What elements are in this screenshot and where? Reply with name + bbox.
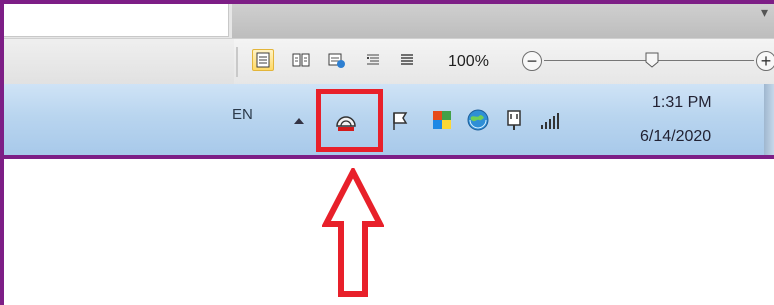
network-globe-icon[interactable] — [466, 108, 490, 132]
signal-bars-icon[interactable] — [538, 108, 562, 132]
minus-icon: − — [526, 51, 538, 71]
red-up-arrow-icon — [322, 168, 384, 297]
web-layout-icon[interactable] — [326, 49, 348, 71]
scroll-down-icon[interactable]: ▾ — [761, 4, 768, 21]
colorful-app-icon[interactable] — [430, 108, 454, 132]
status-bar-separator — [236, 47, 238, 77]
clock-time[interactable]: 1:31 PM — [652, 94, 712, 112]
full-screen-reading-icon[interactable] — [290, 49, 312, 71]
clock-date[interactable]: 6/14/2020 — [640, 128, 711, 146]
draft-icon[interactable] — [396, 49, 418, 71]
status-bar-left — [4, 39, 234, 85]
ribbon-edge — [232, 4, 774, 38]
print-layout-icon[interactable] — [252, 49, 274, 71]
zoom-slider-thumb[interactable] — [645, 52, 659, 68]
screenshot-frame-bottom — [0, 155, 774, 159]
zoom-out-button[interactable]: − — [522, 51, 542, 71]
window-top-strip: ▾ — [4, 4, 774, 38]
show-hidden-icons-icon[interactable] — [294, 118, 304, 124]
status-bar: 100% − + — [4, 38, 774, 85]
document-area-edge — [4, 4, 229, 37]
highlight-box — [316, 89, 383, 152]
language-indicator[interactable]: EN — [232, 106, 253, 123]
plus-icon: + — [760, 51, 772, 71]
outline-icon[interactable] — [362, 49, 384, 71]
zoom-in-button[interactable]: + — [756, 51, 774, 71]
flag-icon[interactable] — [390, 108, 414, 132]
zoom-level-label[interactable]: 100% — [448, 53, 489, 71]
windows-taskbar: EN 1:31 PM 6/14/2020 — [4, 84, 774, 155]
show-desktop-button[interactable] — [764, 84, 774, 155]
power-plug-icon[interactable] — [502, 108, 526, 132]
